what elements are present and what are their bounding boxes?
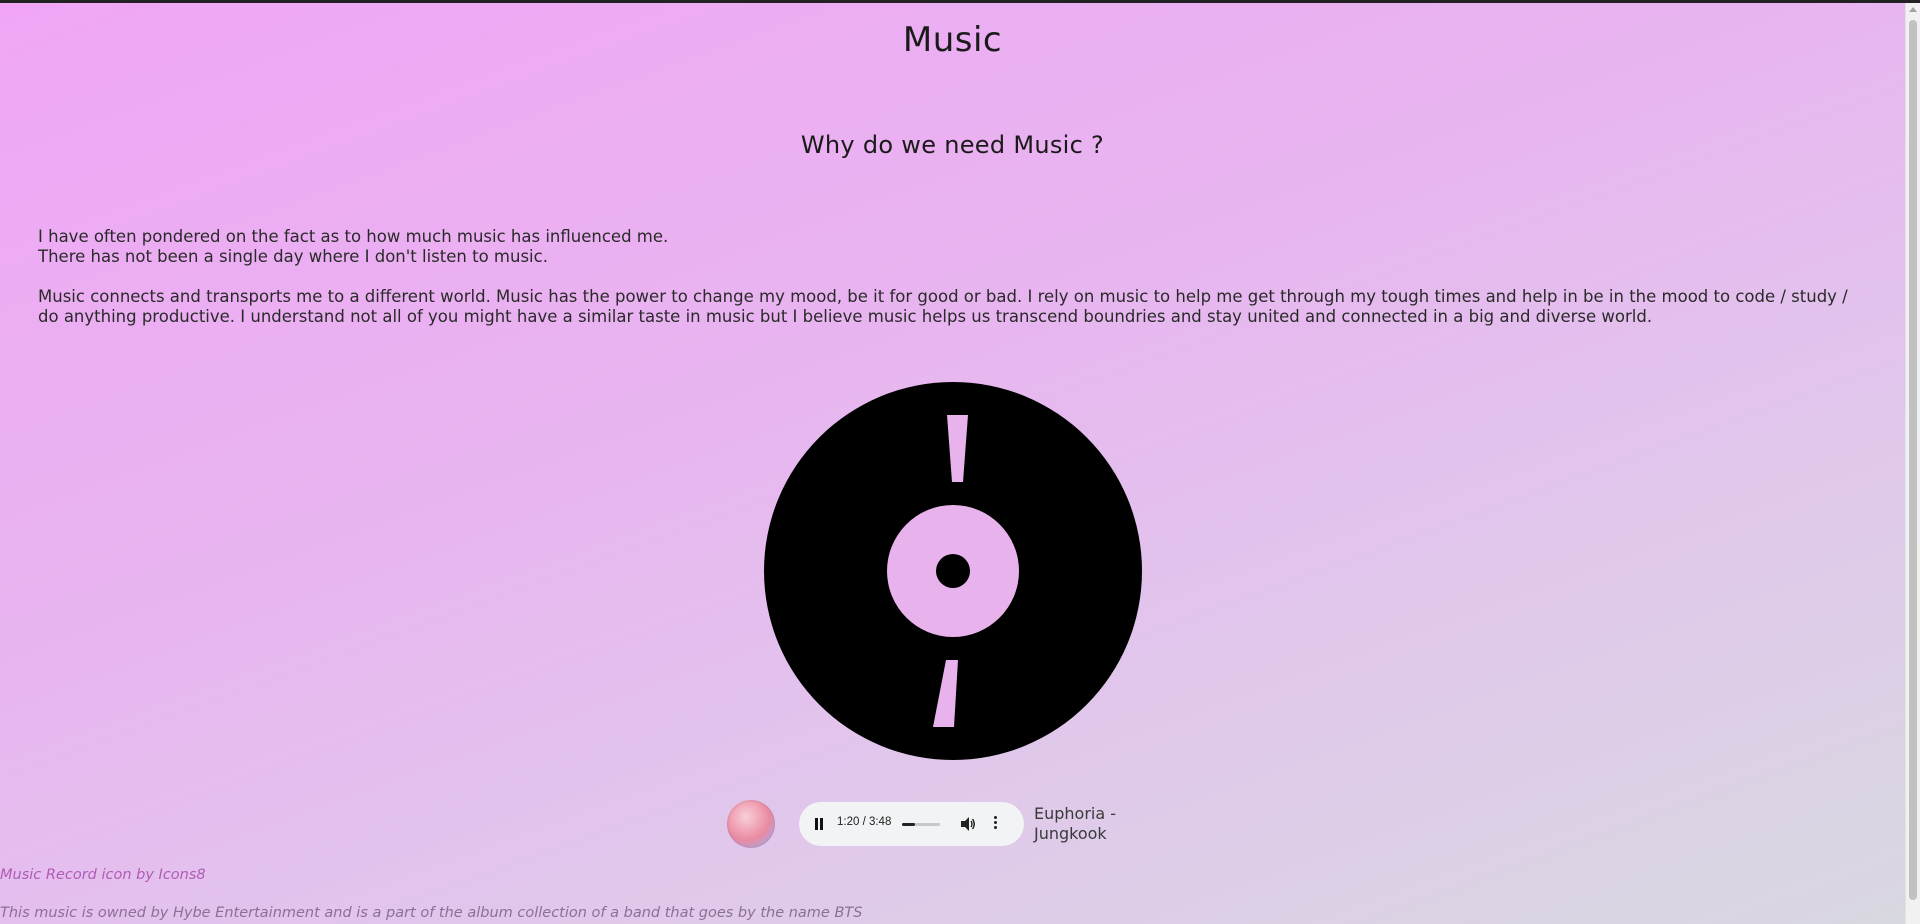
music-record-icon: [764, 382, 1142, 760]
pause-icon[interactable]: [814, 818, 824, 830]
playback-time: 1:20 / 3:48: [837, 816, 892, 828]
song-title: Euphoria - Jungkook: [1034, 804, 1117, 843]
volume-icon[interactable]: [961, 817, 976, 831]
album-art: [727, 800, 775, 848]
intro-text: I have often pondered on the fact as to …: [38, 227, 1868, 327]
intro-line-2: There has not been a single day where I …: [38, 247, 548, 266]
scrollbar-thumb[interactable]: [1909, 20, 1917, 900]
intro-line-1: I have often pondered on the fact as to …: [38, 227, 669, 246]
progress-fill: [902, 823, 916, 826]
audio-player[interactable]: 1:20 / 3:48: [799, 802, 1024, 846]
music-player-row: 1:20 / 3:48 Euphoria - Jungkook: [727, 800, 1147, 848]
page-title: Music: [902, 20, 1003, 60]
scroll-up-arrow-icon[interactable]: [1909, 7, 1917, 12]
more-options-icon[interactable]: [994, 816, 998, 832]
ownership-credit: This music is owned by Hybe Entertainmen…: [0, 905, 863, 921]
page-subtitle: Why do we need Music ?: [800, 131, 1105, 159]
vertical-scrollbar[interactable]: [1905, 3, 1920, 924]
window-top-edge: [0, 0, 1920, 3]
intro-paragraph: Music connects and transports me to a di…: [38, 287, 1848, 326]
progress-bar[interactable]: [902, 823, 940, 826]
icon-credit-link[interactable]: Music Record icon by Icons8: [0, 867, 206, 883]
